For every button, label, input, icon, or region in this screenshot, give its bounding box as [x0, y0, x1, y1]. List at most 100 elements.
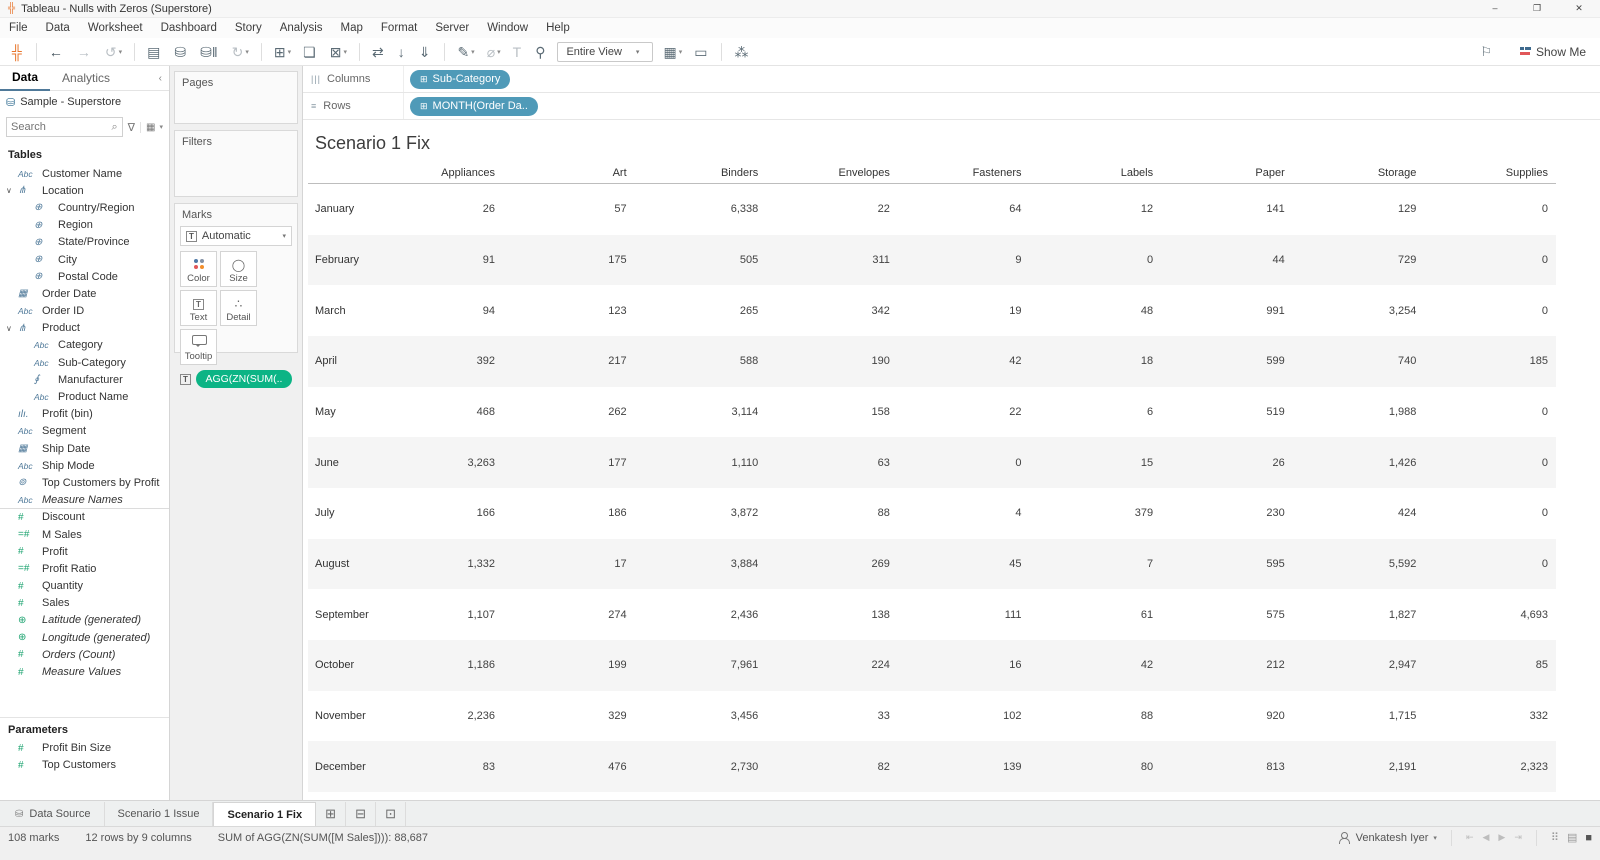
table-cell[interactable]: 82 [766, 761, 898, 773]
menu-item[interactable]: Analysis [271, 18, 332, 38]
table-cell[interactable]: 0 [1424, 203, 1556, 215]
mark-type-dropdown[interactable]: T Automatic ▾ [180, 226, 292, 246]
table-cell[interactable]: 230 [1161, 507, 1293, 519]
columns-shelf[interactable]: ||| Columns ⊞ Sub-Category [303, 66, 1600, 93]
table-cell[interactable]: 177 [503, 457, 635, 469]
table-cell[interactable]: 111 [898, 609, 1030, 621]
menu-item[interactable]: Map [332, 18, 372, 38]
menu-item[interactable]: Dashboard [152, 18, 226, 38]
table-cell[interactable]: 0 [1424, 305, 1556, 317]
search-box[interactable]: ⌕ [6, 117, 123, 137]
row-header[interactable]: March [308, 305, 415, 317]
sheet-tab[interactable]: Scenario 1 Issue [104, 802, 214, 826]
table-cell[interactable]: 1,332 [415, 558, 503, 570]
table-cell[interactable]: 45 [898, 558, 1030, 570]
table-cell[interactable]: 269 [766, 558, 898, 570]
column-header[interactable]: Fasteners [898, 167, 1030, 179]
field-item[interactable]: Abc Segment [0, 423, 169, 440]
table-cell[interactable]: 80 [1030, 761, 1162, 773]
table-cell[interactable]: 3,254 [1293, 305, 1425, 317]
filters-card[interactable]: Filters [174, 130, 298, 197]
table-cell[interactable]: 329 [503, 710, 635, 722]
field-item[interactable]: # Sales [0, 595, 169, 612]
column-header[interactable]: Envelopes [766, 167, 898, 179]
menu-item[interactable]: Help [537, 18, 579, 38]
show-hide-cards-button[interactable]: ▦ ▾ [658, 42, 687, 62]
field-item[interactable]: ⊕ Longitude (generated) [0, 629, 169, 646]
view-as-icon[interactable]: ▦ [140, 121, 157, 133]
restore-button[interactable]: ❐ [1516, 0, 1558, 17]
menu-item[interactable]: File [0, 18, 37, 38]
tab-data[interactable]: Data [0, 65, 51, 91]
table-cell[interactable]: 88 [1030, 710, 1162, 722]
field-item[interactable]: ∨ ⋔ Product [0, 320, 169, 337]
field-item[interactable]: # Measure Values [0, 663, 169, 680]
table-cell[interactable]: 0 [898, 457, 1030, 469]
field-item[interactable]: ⊕ State/Province [0, 234, 169, 251]
column-header[interactable]: Supplies [1424, 167, 1556, 179]
field-item[interactable]: # Discount [0, 509, 169, 526]
new-story-tab-button[interactable]: ⊡ [376, 802, 407, 826]
table-cell[interactable]: 519 [1161, 406, 1293, 418]
sort-ascending-button[interactable]: ↓ [393, 42, 412, 62]
share-button[interactable]: ⁂ [729, 42, 755, 62]
table-cell[interactable]: 16 [898, 659, 1030, 671]
new-worksheet-button[interactable]: ⊞ ▾ [269, 42, 296, 62]
filmstrip-view-icon[interactable]: ▤ [1567, 831, 1577, 844]
table-cell[interactable]: 505 [635, 254, 767, 266]
sheet-tab[interactable]: ⛁ Data Source [2, 802, 105, 826]
table-cell[interactable]: 392 [415, 355, 503, 367]
user-name[interactable]: Venkatesh Iyer [1356, 832, 1429, 844]
column-header[interactable]: Binders [635, 167, 767, 179]
datasource-row[interactable]: ⛁ Sample - Superstore [0, 91, 169, 113]
new-worksheet-tab-button[interactable]: ⊞ [316, 802, 347, 826]
show-me-button[interactable]: Show Me [1511, 43, 1594, 61]
shelf-pill[interactable]: ⊞ MONTH(Order Da.. [410, 96, 538, 116]
table-cell[interactable]: 274 [503, 609, 635, 621]
table-cell[interactable]: 64 [898, 203, 1030, 215]
filter-fields-icon[interactable]: ∇ [123, 121, 140, 134]
field-item[interactable]: Abc Measure Names [0, 492, 169, 509]
presentation-mode-button[interactable]: ▭ [689, 42, 714, 62]
table-cell[interactable]: 4 [898, 507, 1030, 519]
table-cell[interactable]: 158 [766, 406, 898, 418]
minimize-button[interactable]: – [1474, 0, 1516, 17]
column-header[interactable]: Labels [1030, 167, 1162, 179]
shelf-pill[interactable]: ⊞ Sub-Category [410, 69, 511, 89]
row-header[interactable]: November [308, 710, 415, 722]
table-cell[interactable]: 94 [415, 305, 503, 317]
first-sheet-icon[interactable]: ⇤ [1466, 832, 1474, 843]
table-cell[interactable]: 1,827 [1293, 609, 1425, 621]
field-item[interactable]: ⊕ Latitude (generated) [0, 612, 169, 629]
field-item[interactable]: Abc Category [0, 337, 169, 354]
table-cell[interactable]: 175 [503, 254, 635, 266]
table-cell[interactable]: 424 [1293, 507, 1425, 519]
prev-sheet-icon[interactable]: ◀ [1482, 832, 1489, 843]
row-header[interactable]: February [308, 254, 415, 266]
menu-item[interactable]: Worksheet [79, 18, 152, 38]
field-item[interactable]: Abc Ship Mode [0, 457, 169, 474]
row-header[interactable]: January [308, 203, 415, 215]
table-cell[interactable]: 2,323 [1424, 761, 1556, 773]
table-cell[interactable]: 3,263 [415, 457, 503, 469]
row-header[interactable]: December [308, 761, 415, 773]
field-item[interactable]: ▦ Order Date [0, 285, 169, 302]
table-cell[interactable]: 6,338 [635, 203, 767, 215]
table-cell[interactable]: 3,456 [635, 710, 767, 722]
collapse-pane-icon[interactable]: ‹ [159, 73, 169, 84]
row-header[interactable]: October [308, 659, 415, 671]
table-cell[interactable]: 18 [1030, 355, 1162, 367]
table-cell[interactable]: 0 [1424, 457, 1556, 469]
table-cell[interactable]: 311 [766, 254, 898, 266]
color-button[interactable]: Color [180, 251, 217, 287]
table-cell[interactable]: 129 [1293, 203, 1425, 215]
table-cell[interactable]: 166 [415, 507, 503, 519]
table-cell[interactable]: 5,592 [1293, 558, 1425, 570]
tableau-logo-btn[interactable]: ╬ [7, 42, 29, 62]
table-cell[interactable]: 9 [898, 254, 1030, 266]
column-header[interactable]: Art [503, 167, 635, 179]
field-item[interactable]: # Orders (Count) [0, 646, 169, 663]
table-cell[interactable]: 91 [415, 254, 503, 266]
table-cell[interactable]: 468 [415, 406, 503, 418]
table-cell[interactable]: 7 [1030, 558, 1162, 570]
